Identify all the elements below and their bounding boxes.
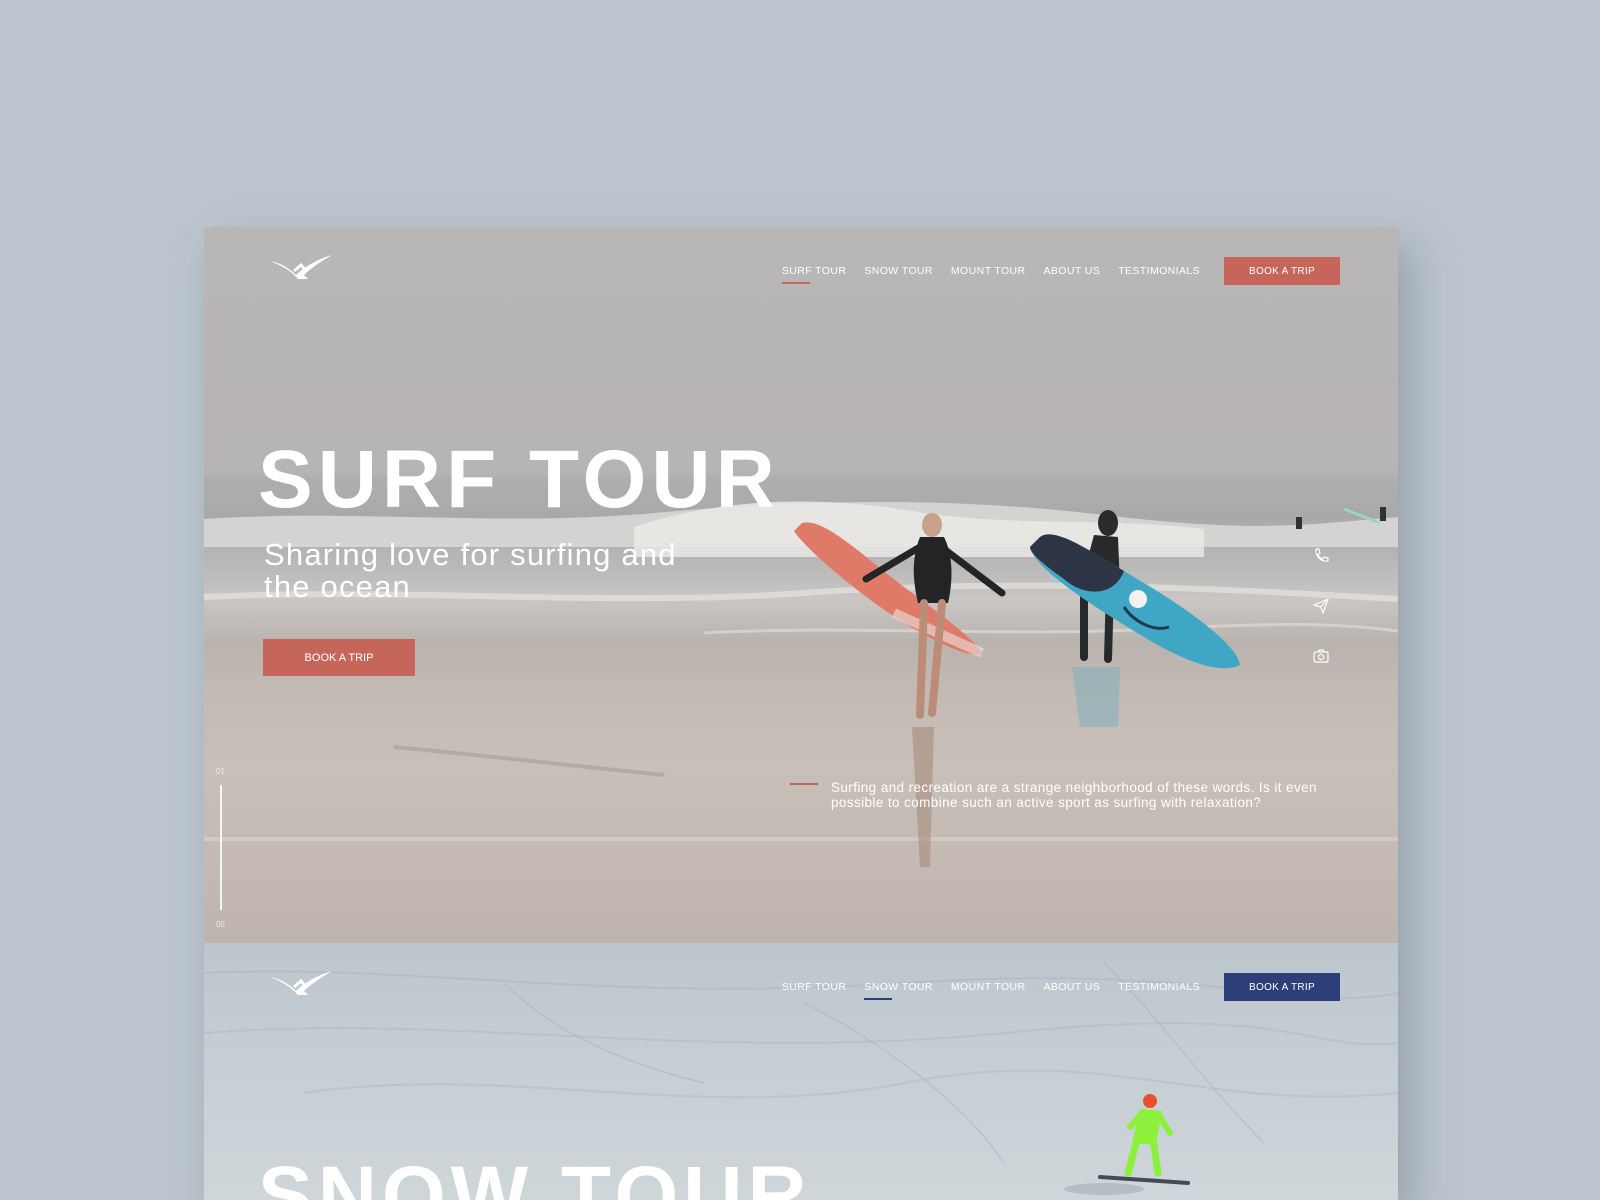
snow-hero-title: SNOW TOUR (258, 1150, 812, 1200)
landing-page-mockup: SURF TOUR SNOW TOUR MOUNT TOUR ABOUT US … (204, 227, 1398, 1200)
nav-about-us[interactable]: ABOUT US (1044, 981, 1101, 993)
hero-title: SURF TOUR (258, 434, 780, 525)
nav-mount-tour[interactable]: MOUNT TOUR (951, 981, 1026, 993)
surf-description: Surfing and recreation are a strange nei… (831, 780, 1317, 810)
quote-accent-dash (790, 783, 818, 785)
nav-testimonials[interactable]: TESTIMONIALS (1118, 981, 1200, 993)
nav-testimonials[interactable]: TESTIMONIALS (1118, 265, 1200, 277)
book-trip-nav-button[interactable]: BOOK A TRIP (1224, 973, 1340, 1001)
phone-icon[interactable] (1312, 547, 1330, 565)
slide-progress-line (220, 785, 222, 910)
nav-snow-tour[interactable]: SNOW TOUR (864, 981, 933, 1000)
nav-mount-tour[interactable]: MOUNT TOUR (951, 265, 1026, 277)
nav-surf-tour[interactable]: SURF TOUR (782, 981, 846, 993)
snow-main-nav: SURF TOUR SNOW TOUR MOUNT TOUR ABOUT US … (764, 973, 1340, 1001)
nav-snow-tour[interactable]: SNOW TOUR (864, 265, 933, 277)
hero-subtitle: Sharing love for surfing and the ocean (264, 537, 677, 604)
send-icon[interactable] (1312, 597, 1330, 615)
book-trip-hero-button[interactable]: BOOK A TRIP (263, 639, 415, 676)
slide-total-number: 05 (216, 920, 225, 929)
slide-current-number: 01 (216, 767, 225, 776)
snow-tour-section: SURF TOUR SNOW TOUR MOUNT TOUR ABOUT US … (204, 943, 1398, 1200)
nav-about-us[interactable]: ABOUT US (1044, 265, 1101, 277)
surf-main-nav: SURF TOUR SNOW TOUR MOUNT TOUR ABOUT US … (764, 257, 1340, 285)
book-trip-nav-button[interactable]: BOOK A TRIP (1224, 257, 1340, 285)
brand-logo[interactable] (268, 253, 334, 281)
brand-logo[interactable] (268, 969, 334, 997)
nav-surf-tour[interactable]: SURF TOUR (781, 265, 846, 284)
camera-icon[interactable] (1312, 647, 1330, 665)
surf-tour-section: SURF TOUR SNOW TOUR MOUNT TOUR ABOUT US … (204, 227, 1398, 943)
